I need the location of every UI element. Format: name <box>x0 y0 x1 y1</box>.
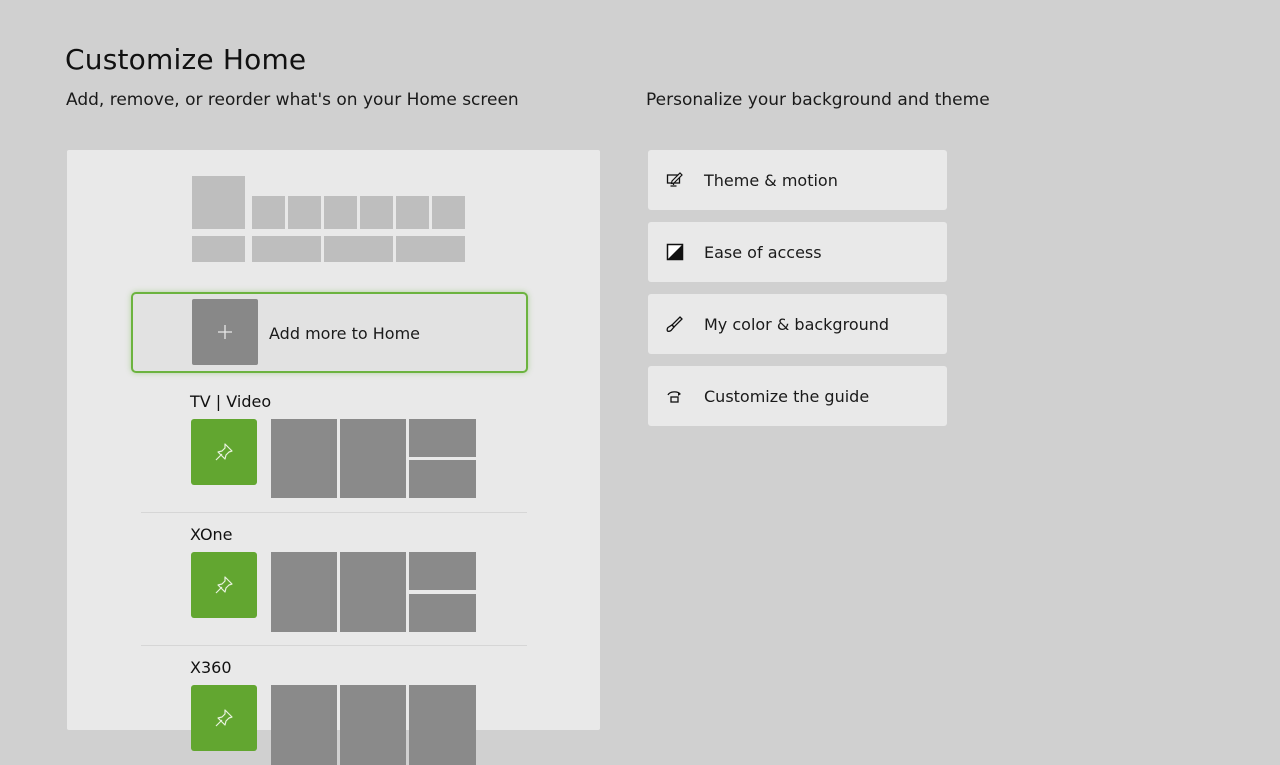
menu-label: My color & background <box>704 314 890 334</box>
group-divider <box>141 512 527 513</box>
preview-block-wide <box>396 236 465 262</box>
monitor-pen-icon <box>666 171 684 189</box>
preview-block-wide <box>324 236 393 262</box>
group-tile[interactable] <box>271 419 337 498</box>
preview-block <box>252 196 285 229</box>
plus-icon <box>218 325 232 339</box>
pin-icon <box>215 443 233 461</box>
group-tile[interactable] <box>340 419 406 498</box>
group-divider <box>141 645 527 646</box>
group-tile[interactable] <box>340 552 406 632</box>
preview-block-large <box>192 176 245 229</box>
add-more-label: Add more to Home <box>269 324 420 343</box>
group-tile[interactable] <box>271 552 337 632</box>
group-tile[interactable] <box>409 460 476 498</box>
menu-label: Theme & motion <box>704 170 838 190</box>
preview-block <box>360 196 393 229</box>
pin-button[interactable] <box>191 552 257 618</box>
preview-block-wide <box>192 236 245 262</box>
paintbrush-icon <box>666 315 684 333</box>
preview-block <box>396 196 429 229</box>
theme-and-motion-button[interactable]: Theme & motion <box>648 150 947 210</box>
customize-the-guide-button[interactable]: Customize the guide <box>648 366 947 426</box>
group-tile[interactable] <box>271 685 337 765</box>
add-more-to-home-button[interactable]: Add more to Home <box>131 292 528 373</box>
preview-block <box>288 196 321 229</box>
pin-button[interactable] <box>191 685 257 751</box>
preview-block-wide <box>252 236 321 262</box>
preview-block <box>432 196 465 229</box>
group-tile[interactable] <box>409 419 476 457</box>
add-tile <box>192 299 258 365</box>
menu-label: Ease of access <box>704 242 822 262</box>
menu-label: Customize the guide <box>704 386 870 406</box>
page-title: Customize Home <box>65 43 307 76</box>
personalize-subtitle: Personalize your background and theme <box>646 90 990 110</box>
pin-button[interactable] <box>191 419 257 485</box>
preview-block <box>324 196 357 229</box>
group-label: XOne <box>190 525 233 544</box>
group-tile[interactable] <box>340 685 406 765</box>
group-label: TV | Video <box>190 392 272 411</box>
contrast-icon <box>666 243 684 261</box>
group-tile[interactable] <box>409 685 476 765</box>
ease-of-access-button[interactable]: Ease of access <box>648 222 947 282</box>
group-tile[interactable] <box>409 552 476 590</box>
my-color-and-background-button[interactable]: My color & background <box>648 294 947 354</box>
guide-icon <box>666 387 684 405</box>
home-subtitle: Add, remove, or reorder what's on your H… <box>66 90 519 110</box>
group-label: X360 <box>190 658 232 677</box>
pin-icon <box>215 576 233 594</box>
group-tile[interactable] <box>409 594 476 632</box>
pin-icon <box>215 709 233 727</box>
